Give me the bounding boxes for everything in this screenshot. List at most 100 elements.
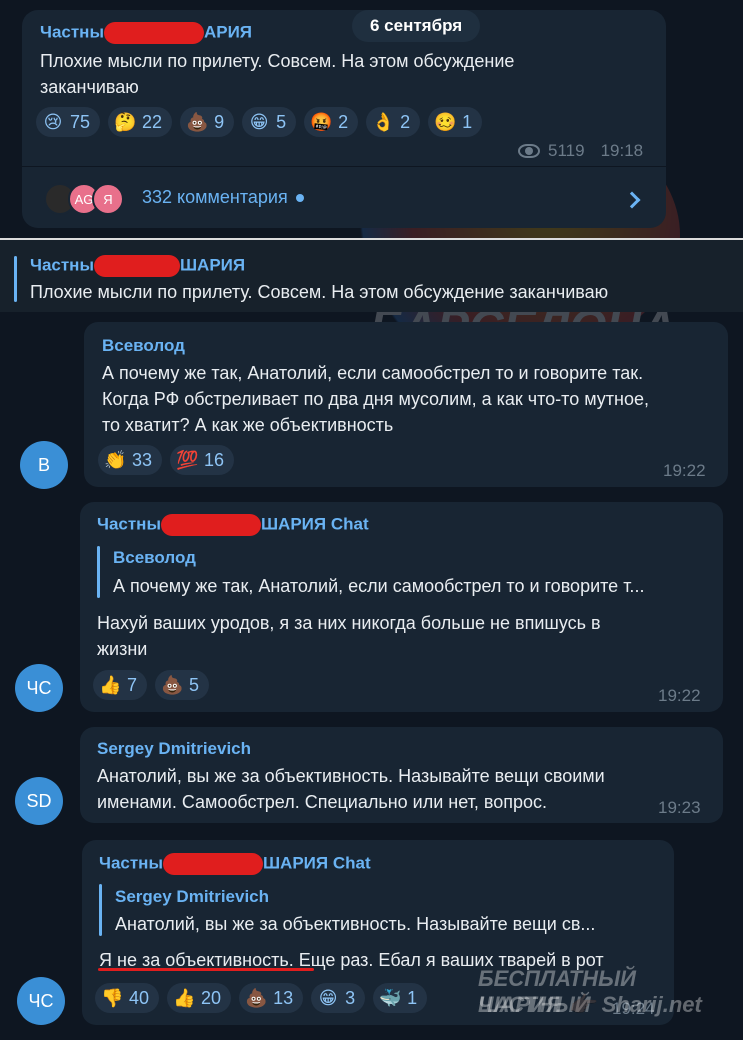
post-text: Плохие мысли по прилету. Совсем. На этом… — [40, 48, 514, 100]
comment-text: Нахуй ваших уродов, я за них никогда бол… — [97, 610, 601, 662]
thumbs-up-icon: 👍 — [99, 674, 122, 695]
reaction-count: 5 — [189, 674, 200, 695]
comment-line: жизни — [97, 639, 148, 659]
comment-line: Анатолий, вы же за объективность. Называ… — [97, 766, 605, 786]
pinned-text: Плохие мысли по прилету. Совсем. На этом… — [30, 282, 609, 302]
reaction-thumbs-down[interactable]: 👎 40 — [95, 983, 160, 1013]
commenter-avatars[interactable]: AG Я — [44, 183, 124, 215]
poop-icon: 💩 — [186, 111, 209, 132]
redaction-mark — [103, 22, 204, 44]
post-time: 19:18 — [600, 141, 644, 160]
whale-icon: 🐳 — [379, 987, 402, 1008]
signature-line-2: ШАРИЯ 👉🏿 Sharij.net — [478, 992, 702, 1017]
reaction-poop[interactable]: 💩 13 — [239, 983, 304, 1013]
reaction-ok-hand[interactable]: 👌 2 — [366, 107, 421, 137]
reaction-count: 20 — [201, 987, 222, 1008]
comment-time: 19:23 — [658, 798, 701, 817]
reaction-whale[interactable]: 🐳 1 — [373, 983, 428, 1013]
avatar: Я — [92, 183, 124, 215]
avatar-label: Я — [103, 191, 113, 207]
highlight-underline — [98, 968, 314, 971]
pinned-author: Частны ШАРИЯ — [30, 255, 245, 277]
views-count: 5119 — [548, 141, 585, 160]
hundred-points-icon: 💯 — [176, 449, 199, 470]
redaction-mark — [160, 514, 261, 536]
comment-author[interactable]: Частны ШАРИЯ Chat — [99, 853, 371, 875]
comment-author-prefix: Частны — [99, 853, 163, 873]
avatar[interactable]: SD — [15, 777, 63, 825]
post-author[interactable]: Частны АРИЯ — [40, 22, 252, 44]
avatar-label: ЧС — [26, 677, 52, 698]
woozy-face-icon: 🥴 — [434, 111, 457, 132]
reaction-grinning-face[interactable]: 😁 3 — [311, 983, 366, 1013]
reaction-count: 3 — [345, 987, 356, 1008]
ok-hand-icon: 👌 — [372, 111, 395, 132]
reaction-woozy-face[interactable]: 🥴 1 — [428, 107, 483, 137]
poop-icon: 💩 — [161, 674, 184, 695]
clapping-hands-icon: 👏 — [104, 449, 127, 470]
reaction-clapping-hands[interactable]: 👏 33 — [98, 445, 163, 475]
quote-text[interactable]: А почему же так, Анатолий, если самообст… — [113, 573, 644, 599]
reaction-count: 33 — [132, 449, 153, 470]
comment-author-suffix: ШАРИЯ Chat — [262, 853, 371, 873]
reaction-count: 40 — [129, 987, 150, 1008]
reaction-count: 2 — [400, 111, 411, 132]
comment-author[interactable]: Sergey Dmitrievich — [97, 739, 251, 759]
pinned-author-prefix: Частны — [30, 255, 94, 275]
quote-text[interactable]: Анатолий, вы же за объективность. Называ… — [115, 911, 595, 937]
quote-bar — [14, 256, 17, 302]
reaction-count: 75 — [70, 111, 91, 132]
reaction-count: 1 — [407, 987, 418, 1008]
avatar[interactable]: ЧС — [17, 977, 65, 1025]
redaction-mark — [162, 853, 263, 875]
post-text-line-1: Плохие мысли по прилету. Совсем. На этом… — [40, 51, 515, 71]
post-author-prefix: Частны — [40, 22, 104, 42]
avatar-label: В — [37, 454, 50, 475]
avatar-label: ЧС — [28, 990, 54, 1011]
quote-bar — [99, 884, 102, 936]
comment-time: 19:22 — [658, 686, 701, 705]
poop-icon: 💩 — [245, 987, 268, 1008]
reaction-count: 7 — [127, 674, 138, 695]
reaction-hundred-points[interactable]: 💯 16 — [170, 445, 235, 475]
post-meta: 5119 19:18 — [518, 141, 643, 161]
comment-reactions: 👍 7 💩 5 — [93, 670, 210, 700]
comment-author-suffix: ШАРИЯ Chat — [260, 514, 369, 534]
comment-author[interactable]: Всеволод — [102, 336, 185, 356]
cursing-face-icon: 🤬 — [310, 111, 333, 132]
comment-author[interactable]: Частны ШАРИЯ Chat — [97, 514, 369, 536]
comment-reactions: 👎 40 👍 20 💩 13 😁 3 🐳 1 — [95, 983, 428, 1013]
reaction-thumbs-up[interactable]: 👍 7 — [93, 670, 148, 700]
reaction-poop[interactable]: 💩 9 — [180, 107, 235, 137]
reaction-crying-face[interactable]: 😢 75 — [36, 107, 101, 137]
unread-dot-icon — [295, 193, 304, 202]
thumbs-down-icon: 👎 — [101, 987, 124, 1008]
reaction-count: 5 — [276, 111, 287, 132]
quote-author[interactable]: Всеволод — [113, 548, 196, 568]
comments-count: 332 комментария — [142, 187, 288, 207]
avatar-label: SD — [26, 790, 52, 811]
comment-time: 19:22 — [663, 461, 706, 480]
reaction-cursing-face[interactable]: 🤬 2 — [304, 107, 359, 137]
reaction-thinking-face[interactable]: 🤔 22 — [108, 107, 173, 137]
redaction-mark — [93, 255, 180, 277]
comment-line: А почему же так, Анатолий, если самообст… — [102, 363, 644, 383]
avatar[interactable]: В — [20, 441, 68, 489]
comment-line: то хватит? А как же объективность — [102, 415, 394, 435]
comment-line: Нахуй ваших уродов, я за них никогда бол… — [97, 613, 601, 633]
post-text-line-2: заканчиваю — [40, 77, 139, 97]
avatar[interactable]: ЧС — [15, 664, 63, 712]
comments-link[interactable]: 332 комментария — [142, 187, 304, 208]
reaction-count: 16 — [204, 449, 225, 470]
quote-author[interactable]: Sergey Dmitrievich — [115, 887, 269, 907]
reaction-count: 13 — [273, 987, 294, 1008]
reaction-grinning-face[interactable]: 😁 5 — [242, 107, 297, 137]
reaction-count: 1 — [462, 111, 473, 132]
reaction-poop[interactable]: 💩 5 — [155, 670, 210, 700]
comment-text: А почему же так, Анатолий, если самообст… — [102, 360, 649, 438]
comment-author-prefix: Частны — [97, 514, 161, 534]
reaction-thumbs-up[interactable]: 👍 20 — [167, 983, 232, 1013]
comment-text: Анатолий, вы же за объективность. Называ… — [97, 763, 605, 815]
crying-face-icon: 😢 — [43, 111, 63, 132]
comment-line: именами. Самообстрел. Специально или нет… — [97, 792, 548, 812]
